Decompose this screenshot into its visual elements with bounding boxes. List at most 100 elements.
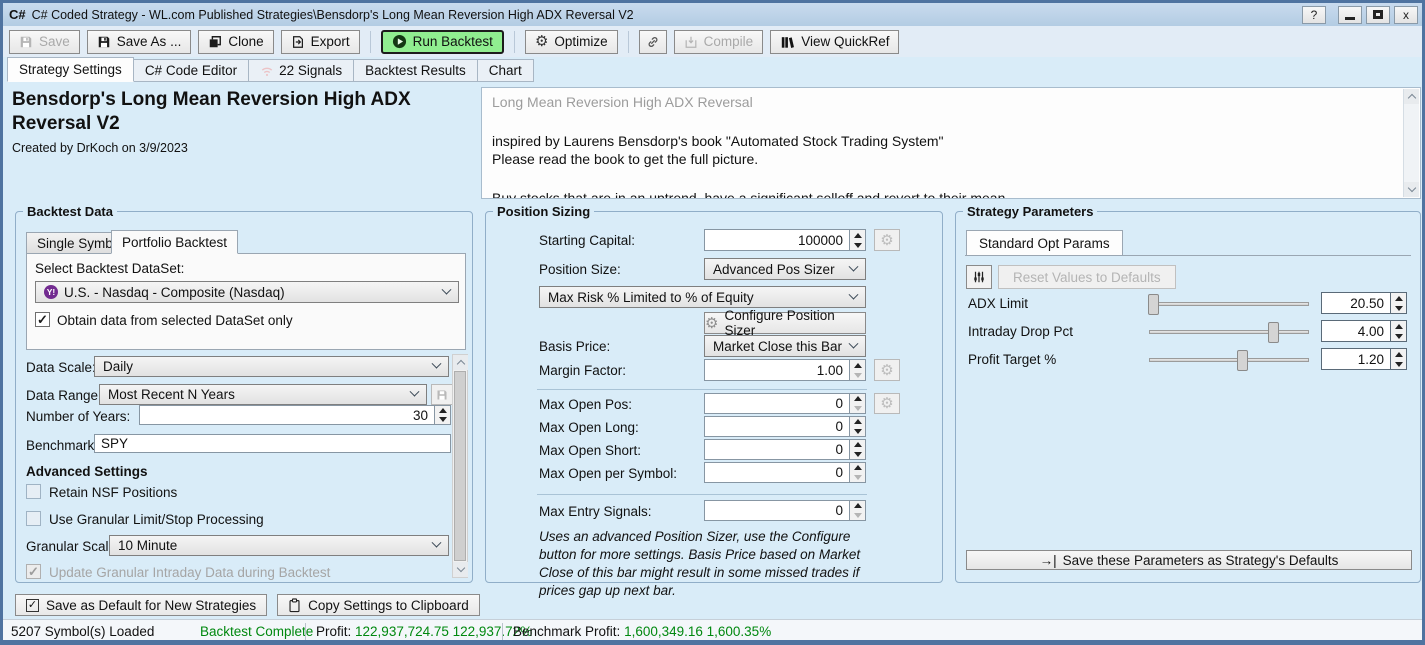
max-open-pos-input[interactable]: 0	[704, 393, 850, 414]
update-granular-checkbox[interactable]: ✓	[26, 564, 41, 579]
param-stepper[interactable]	[1391, 320, 1407, 342]
copy-settings-button[interactable]: Copy Settings to Clipboard	[277, 594, 480, 616]
data-range-dropdown[interactable]: Most Recent N Years	[99, 384, 427, 405]
pos-sizer-dropdown[interactable]: Max Risk % Limited to % of Equity	[539, 286, 866, 308]
max-open-long-stepper[interactable]	[850, 416, 866, 437]
number-of-years-input[interactable]: 30	[139, 405, 435, 425]
tab-standard-opt-params[interactable]: Standard Opt Params	[966, 230, 1123, 255]
position-size-dropdown[interactable]: Advanced Pos Sizer	[704, 258, 866, 280]
tab-chart[interactable]: Chart	[478, 59, 534, 82]
scroll-down-icon[interactable]	[1404, 182, 1419, 197]
benchmark-label: Benchmark:	[26, 438, 98, 453]
save-default-new-strategies-button[interactable]: ✓ Save as Default for New Strategies	[15, 594, 267, 616]
strategy-window: C# C# Coded Strategy - WL.com Published …	[0, 0, 1425, 645]
scroll-down-icon[interactable]	[453, 562, 468, 577]
reset-values-button[interactable]: Reset Values to Defaults	[998, 265, 1176, 289]
obtain-data-checkbox[interactable]: ✓	[35, 312, 50, 327]
description-textarea[interactable]: Long Mean Reversion High ADX Reversal in…	[481, 87, 1421, 199]
max-open-symbol-stepper[interactable]	[850, 462, 866, 483]
number-of-years-stepper[interactable]	[435, 405, 451, 425]
data-range-label: Data Range:	[26, 388, 102, 403]
close-button[interactable]: x	[1394, 6, 1418, 24]
configure-label: Configure Position Sizer	[724, 308, 865, 338]
minimize-icon	[1345, 17, 1355, 20]
max-open-short-stepper[interactable]	[850, 439, 866, 460]
configure-position-sizer-button[interactable]: ⚙ Configure Position Sizer	[704, 312, 866, 334]
save-parameters-label: Save these Parameters as Strategy's Defa…	[1063, 553, 1339, 568]
maximize-button[interactable]	[1366, 6, 1390, 24]
max-entry-signals-stepper[interactable]	[850, 500, 866, 521]
param-value[interactable]: 1.20	[1321, 348, 1391, 370]
max-open-pos-stepper[interactable]	[850, 393, 866, 414]
save-default-label: Save as Default for New Strategies	[46, 598, 256, 613]
run-backtest-button[interactable]: Run Backtest	[381, 30, 504, 54]
scroll-up-icon[interactable]	[1404, 89, 1419, 104]
help-button[interactable]: ?	[1302, 6, 1326, 24]
tab-strategy-settings[interactable]: Strategy Settings	[7, 57, 134, 82]
data-range-save-button[interactable]	[431, 384, 453, 405]
benchmark-input[interactable]: SPY	[94, 434, 451, 453]
margin-factor-gear-button[interactable]: ⚙	[874, 359, 900, 381]
slider-thumb[interactable]	[1148, 294, 1159, 315]
quickref-icon	[780, 35, 795, 49]
tab-portfolio-backtest[interactable]: Portfolio Backtest	[111, 230, 238, 254]
position-size-label: Position Size:	[539, 262, 621, 277]
margin-factor-input[interactable]: 1.00	[704, 359, 850, 381]
chevron-down-icon	[849, 289, 859, 299]
starting-capital-stepper[interactable]	[850, 229, 866, 251]
clone-button[interactable]: Clone	[198, 30, 273, 54]
gear-icon: ⚙	[705, 316, 718, 331]
dataset-dropdown[interactable]: Y! U.S. - Nasdaq - Composite (Nasdaq)	[35, 281, 459, 303]
export-button[interactable]: Export	[281, 30, 360, 54]
run-backtest-label: Run Backtest	[413, 34, 493, 49]
window-title: C# Coded Strategy - WL.com Published Str…	[32, 8, 634, 22]
max-open-long-input[interactable]: 0	[704, 416, 850, 437]
slider-thumb[interactable]	[1268, 322, 1279, 343]
backtest-status: Backtest Complete	[200, 624, 313, 639]
scrollbar-thumb[interactable]	[454, 371, 466, 561]
save-button[interactable]: Save	[9, 30, 80, 54]
max-open-symbol-input[interactable]: 0	[704, 462, 850, 483]
view-quickref-button[interactable]: View QuickRef	[770, 30, 899, 54]
granular-processing-checkbox[interactable]	[26, 511, 41, 526]
backtest-data-scrollbar[interactable]	[452, 354, 468, 578]
compile-button[interactable]: Compile	[674, 30, 764, 54]
param-slider[interactable]	[1149, 358, 1309, 362]
profit-value: 122,937,724.75 122,937.72%	[355, 624, 532, 639]
max-open-pos-gear-button[interactable]: ⚙	[874, 393, 900, 414]
param-slider[interactable]	[1149, 330, 1309, 334]
max-open-short-input[interactable]: 0	[704, 439, 850, 460]
max-entry-signals-input[interactable]: 0	[704, 500, 850, 521]
basis-price-dropdown[interactable]: Market Close this Bar	[704, 335, 866, 357]
param-stepper[interactable]	[1391, 292, 1407, 314]
data-scale-dropdown[interactable]: Daily	[94, 356, 449, 377]
divider	[965, 255, 1411, 256]
description-scrollbar[interactable]	[1403, 89, 1419, 197]
param-value[interactable]: 20.50	[1321, 292, 1391, 314]
advanced-settings-title: Advanced Settings	[26, 464, 148, 479]
margin-factor-stepper[interactable]	[850, 359, 866, 381]
starting-capital-input[interactable]: 100000	[704, 229, 850, 251]
save-parameters-button[interactable]: →| Save these Parameters as Strategy's D…	[966, 550, 1412, 570]
run-icon	[392, 34, 407, 49]
param-stepper[interactable]	[1391, 348, 1407, 370]
tab-signals[interactable]: 22 Signals	[249, 59, 354, 82]
param-value[interactable]: 4.00	[1321, 320, 1391, 342]
param-slider[interactable]	[1149, 302, 1309, 306]
save-as-button[interactable]: Save As ...	[87, 30, 192, 54]
optimize-button[interactable]: ⚙ Optimize	[525, 30, 618, 54]
status-separator	[502, 623, 503, 640]
tab-code-editor[interactable]: C# Code Editor	[134, 59, 249, 82]
title-bar[interactable]: C# C# Coded Strategy - WL.com Published …	[3, 3, 1422, 26]
scroll-up-icon[interactable]	[453, 355, 468, 370]
app-icon: C#	[9, 7, 26, 22]
link-button[interactable]	[639, 30, 667, 54]
signals-wifi-icon	[260, 65, 274, 77]
granular-scale-dropdown[interactable]: 10 Minute	[109, 535, 449, 556]
minimize-button[interactable]	[1338, 6, 1362, 24]
slider-thumb[interactable]	[1237, 350, 1248, 371]
tab-backtest-results[interactable]: Backtest Results	[354, 59, 478, 82]
optimization-settings-button[interactable]	[966, 265, 992, 289]
retain-nsf-checkbox[interactable]	[26, 484, 41, 499]
starting-capital-gear-button[interactable]: ⚙	[874, 229, 900, 251]
